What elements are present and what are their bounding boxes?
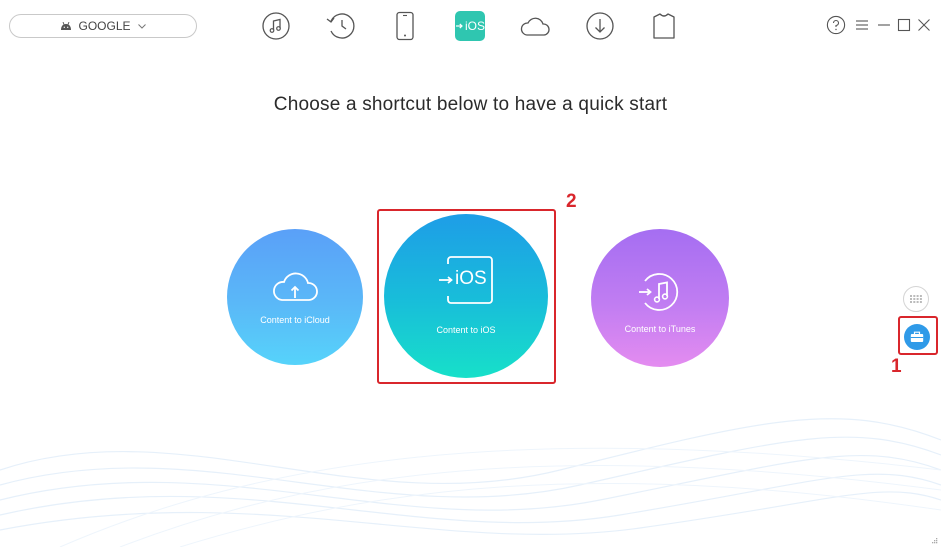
close-button[interactable]: [913, 14, 935, 36]
nav-history[interactable]: [323, 8, 359, 44]
page-title: Choose a shortcut below to have a quick …: [273, 94, 668, 115]
ios-transfer-icon: iOS: [438, 255, 494, 305]
help-button[interactable]: [825, 14, 847, 36]
ios-transfer-icon: iOS: [455, 11, 485, 41]
nav-ios[interactable]: iOS: [452, 8, 488, 44]
resize-grip-icon[interactable]: [930, 536, 938, 544]
cloud-icon: [520, 17, 550, 36]
music-icon: [262, 12, 290, 40]
shirt-icon: [653, 13, 675, 39]
nav-device[interactable]: [387, 8, 423, 44]
toolbox-button[interactable]: [904, 324, 930, 350]
nav-toolbox[interactable]: [646, 8, 682, 44]
cloud-upload-icon: [269, 269, 321, 308]
ios-nav-label: iOS: [464, 19, 485, 33]
nav-music[interactable]: [258, 8, 294, 44]
itunes-transfer-icon: [635, 267, 685, 322]
category-view-button[interactable]: [903, 286, 929, 312]
shortcut-content-to-ios[interactable]: iOS Content to iOS: [384, 214, 548, 378]
phone-icon: [396, 11, 414, 41]
minimize-icon: [878, 24, 890, 26]
annotation-number-2: 2: [566, 191, 577, 212]
shortcut-content-to-itunes[interactable]: Content to iTunes: [591, 229, 729, 367]
maximize-icon: [897, 18, 911, 32]
ios-icon-text: iOS: [455, 268, 487, 289]
grid-icon: [910, 295, 922, 303]
shortcut-content-to-icloud[interactable]: Content to iCloud: [227, 229, 363, 365]
annotation-number-1: 1: [891, 356, 902, 377]
shortcut-label: Content to iCloud: [260, 315, 330, 325]
close-icon: [918, 19, 930, 31]
history-icon: [326, 13, 355, 39]
minimize-button[interactable]: [873, 14, 895, 36]
maximize-button[interactable]: [893, 14, 915, 36]
menu-icon: [856, 20, 868, 30]
top-nav: iOS: [0, 8, 941, 44]
help-icon: [826, 15, 846, 35]
nav-icloud[interactable]: [517, 8, 553, 44]
shortcut-label: Content to iTunes: [624, 324, 696, 334]
toolbox-icon: [910, 331, 924, 342]
nav-download[interactable]: [582, 8, 618, 44]
menu-button[interactable]: [851, 14, 873, 36]
shortcut-label: Content to iOS: [436, 325, 496, 335]
download-icon: [586, 12, 614, 40]
